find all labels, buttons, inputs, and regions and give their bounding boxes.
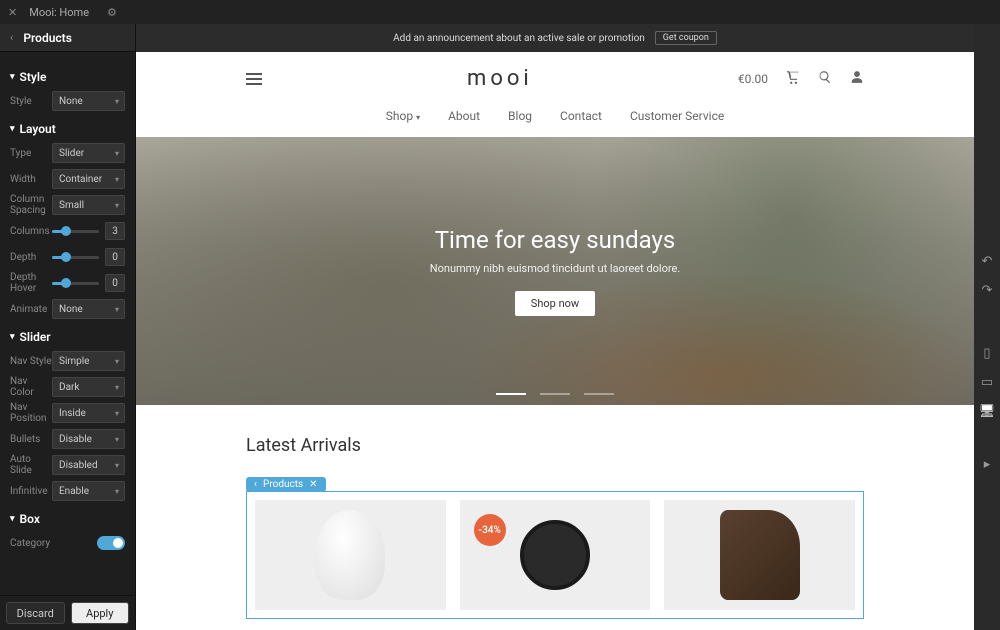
collapse-icon[interactable]: ▸ [984,457,991,472]
label-depth: Depth [10,252,52,263]
gear-icon[interactable]: ⚙ [107,6,117,19]
label-category: Category [10,538,52,549]
nav-blog[interactable]: Blog [508,109,532,123]
nav-customer-service[interactable]: Customer Service [630,109,724,123]
products-element-tag[interactable]: ‹Products✕ [246,477,326,492]
discard-button[interactable]: Discard [6,602,65,624]
section-style[interactable]: ▾Style [10,70,125,84]
caret-down-icon: ▾ [10,332,15,342]
back-icon[interactable]: ‹ [10,31,13,44]
select-nav-position[interactable]: Inside [52,403,125,423]
nav-contact[interactable]: Contact [560,109,602,123]
redo-icon[interactable]: ↷ [982,283,993,298]
main-nav: Shop ▾ About Blog Contact Customer Servi… [136,99,974,137]
menu-icon[interactable] [246,73,262,85]
search-icon[interactable] [818,70,832,87]
undo-icon[interactable]: ↶ [982,254,993,269]
section-layout[interactable]: ▾Layout [10,122,125,136]
close-icon[interactable]: ✕ [309,479,317,490]
label-bullets: Bullets [10,434,52,445]
select-style[interactable]: None [52,91,125,111]
label-type: Type [10,148,52,159]
hero-slider[interactable]: Time for easy sundays Nonummy nibh euism… [136,137,974,405]
cart-icon[interactable] [786,70,800,87]
sidebar: ‹ Products ▾Style StyleNone ▾Layout Type… [0,24,136,630]
label-nav-color: Nav Color [10,376,52,398]
caret-down-icon: ▾ [10,514,15,524]
select-bullets[interactable]: Disable [52,429,125,449]
chevron-down-icon: ▾ [416,113,420,122]
product-image [315,510,385,600]
slider-pagination[interactable] [496,393,614,395]
slider-depth-hover[interactable] [52,282,99,285]
select-col-spacing[interactable]: Small [52,195,125,215]
site-logo[interactable]: mooi [467,66,533,91]
slider-columns[interactable] [52,230,99,233]
chevron-left-icon: ‹ [254,479,257,490]
depth-value[interactable]: 0 [105,248,125,266]
label-width: Width [10,174,52,185]
caret-down-icon: ▾ [10,72,15,82]
label-depth-hover: Depth Hover [10,272,52,294]
account-icon[interactable] [850,70,864,87]
right-toolbar: ↶ ↷ ▯ ▭ 🖥 ▸ [974,24,1000,630]
section-box[interactable]: ▾Box [10,512,125,526]
label-nav-position: Nav Position [10,402,52,424]
preview-canvas[interactable]: Add an announcement about an active sale… [136,24,974,630]
product-image [720,510,800,600]
label-style: Style [10,96,52,107]
apply-button[interactable]: Apply [71,602,130,624]
depth-hover-value[interactable]: 0 [105,274,125,292]
close-icon[interactable]: ✕ [8,6,17,19]
columns-value[interactable]: 3 [105,222,125,240]
cart-total: €0.00 [738,72,768,86]
label-infinitive: Infinitive [10,486,52,497]
nav-about[interactable]: About [448,109,480,123]
device-tablet-icon[interactable]: ▭ [981,375,993,390]
label-columns: Columns [10,226,52,237]
discount-badge: -34% [474,514,506,546]
label-auto-slide: Auto Slide [10,454,52,476]
product-card[interactable]: -34% [460,500,651,610]
caret-down-icon: ▾ [10,124,15,134]
device-desktop-icon[interactable]: 🖥 [979,404,996,419]
select-infinitive[interactable]: Enable [52,481,125,501]
sidebar-title: Products [23,31,72,45]
hero-title: Time for easy sundays [435,226,676,254]
select-nav-color[interactable]: Dark [52,377,125,397]
select-auto-slide[interactable]: Disabled [52,455,125,475]
latest-arrivals-heading: Latest Arrivals [246,435,864,456]
select-width[interactable]: Container [52,169,125,189]
announcement-bar: Add an announcement about an active sale… [136,24,974,52]
product-card[interactable] [255,500,446,610]
nav-shop[interactable]: Shop ▾ [386,109,420,123]
label-col-spacing: Column Spacing [10,194,52,216]
select-nav-style[interactable]: Simple [52,351,125,371]
product-card[interactable] [664,500,855,610]
toggle-category[interactable] [97,536,125,550]
slider-depth[interactable] [52,256,99,259]
label-animate: Animate [10,304,52,315]
shop-now-button[interactable]: Shop now [515,291,595,316]
coupon-button[interactable]: Get coupon [655,31,717,45]
select-type[interactable]: Slider [52,143,125,163]
product-image [520,520,590,590]
page-title: Mooi: Home [29,6,89,19]
label-nav-style: Nav Style [10,356,52,367]
select-animate[interactable]: None [52,299,125,319]
products-grid[interactable]: -34% [246,491,864,619]
announcement-text: Add an announcement about an active sale… [393,33,645,44]
device-mobile-icon[interactable]: ▯ [983,346,990,361]
section-slider[interactable]: ▾Slider [10,330,125,344]
hero-subtitle: Nonummy nibh euismod tincidunt ut laoree… [430,262,680,275]
